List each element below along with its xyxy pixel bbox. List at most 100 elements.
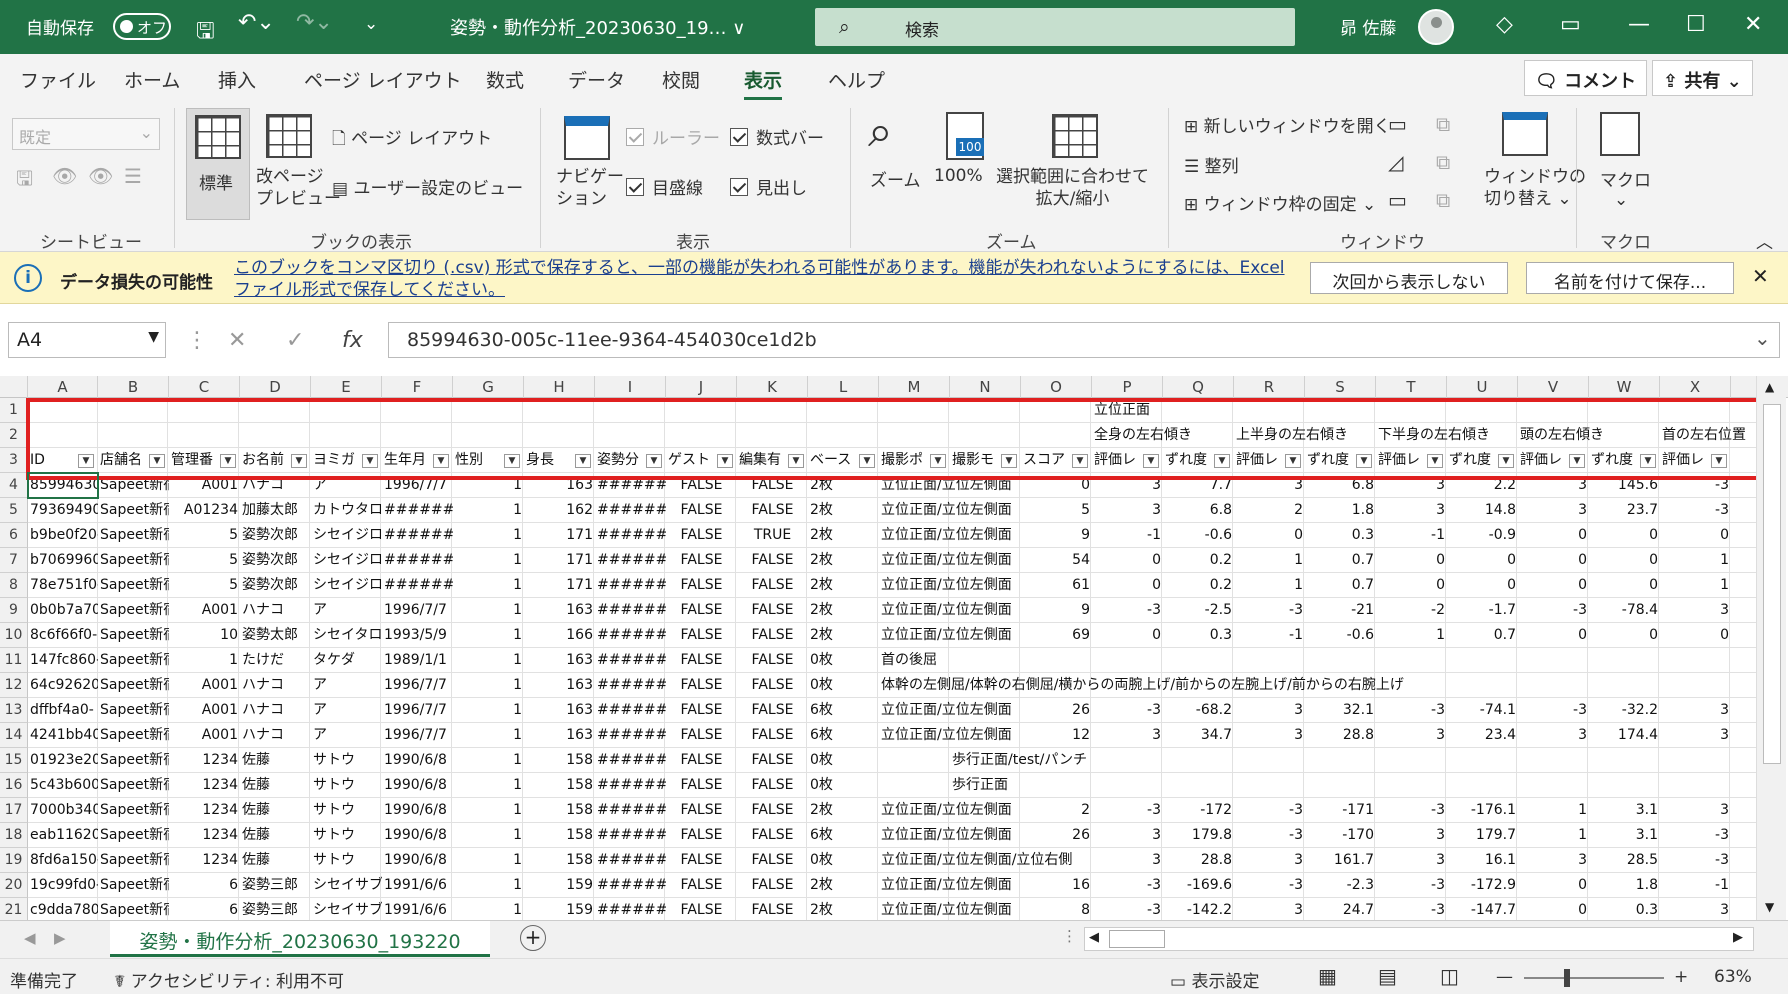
cell-p[interactable]: 3	[1092, 848, 1163, 873]
cell-d[interactable]: 佐藤	[240, 798, 311, 823]
cell-w[interactable]: 0	[1589, 523, 1660, 548]
cell-b[interactable]: Sapeet新宿	[98, 673, 169, 698]
filter-dropdown-icon[interactable]: ▼	[504, 454, 520, 468]
cell-m[interactable]: 立位正面/立位左側面	[879, 498, 1012, 523]
cell-h[interactable]: 171	[524, 548, 595, 573]
cell-w[interactable]: -32.2	[1589, 698, 1660, 723]
cell-d[interactable]: 佐藤	[240, 823, 311, 848]
cell-j[interactable]: FALSE	[666, 873, 737, 898]
message-text[interactable]: このブックをコンマ区切り (.csv) 形式で保存すると、一部の機能が失われる可…	[234, 257, 1294, 301]
cell-o[interactable]: 2	[1021, 798, 1092, 823]
cell-r[interactable]: 3	[1234, 473, 1305, 498]
column-header-v[interactable]: V	[1518, 376, 1589, 398]
cell-a[interactable]: 19c99fd0-	[28, 873, 98, 898]
cell-r[interactable]: 3	[1234, 723, 1305, 748]
cell-m[interactable]: 立位正面/立位左側面	[879, 573, 1012, 598]
cell-n[interactable]: 歩行正面/test/パンチ	[950, 748, 1087, 773]
cell-e[interactable]: シセイジロ	[311, 573, 382, 598]
row-header[interactable]: 10	[0, 623, 28, 648]
page-layout-view-icon[interactable]: ▤	[1378, 964, 1397, 988]
cell-f[interactable]: 1989/1/1	[382, 648, 453, 673]
cell-a[interactable]: 5c43b600	[28, 773, 98, 798]
cell-e[interactable]: シセイジロ	[311, 523, 382, 548]
cell-r[interactable]: 1	[1234, 548, 1305, 573]
cell-h[interactable]: 171	[524, 573, 595, 598]
cell-w[interactable]: 0	[1589, 548, 1660, 573]
cell-l[interactable]: 0枚	[808, 648, 879, 673]
h-scrollbar-thumb[interactable]	[1109, 930, 1165, 948]
cell-g[interactable]: 1	[453, 548, 524, 573]
cell-m[interactable]: 立位正面/立位左側面	[879, 598, 1012, 623]
zoom-100-icon[interactable]: 100	[946, 112, 984, 160]
navigation-label[interactable]: ナビゲー ション	[556, 166, 624, 210]
cell-u[interactable]: -74.1	[1447, 698, 1518, 723]
row-header[interactable]: 2	[0, 423, 28, 448]
cell-t[interactable]: -3	[1376, 898, 1447, 920]
filter-dropdown-icon[interactable]: ▼	[1214, 454, 1230, 468]
cell-b[interactable]: Sapeet新宿	[98, 823, 169, 848]
cell-i[interactable]: #######	[595, 473, 666, 498]
cell-s[interactable]: 32.1	[1305, 698, 1376, 723]
tab-review[interactable]: 校閲	[662, 66, 700, 93]
cell-j[interactable]: FALSE	[666, 848, 737, 873]
cell-e[interactable]: シセイジロ	[311, 548, 382, 573]
cell-s[interactable]: -171	[1305, 798, 1376, 823]
cell-e[interactable]: サトウ	[311, 848, 382, 873]
cell-p[interactable]: 3	[1092, 823, 1163, 848]
cell-o[interactable]: 26	[1021, 823, 1092, 848]
filter-dropdown-icon[interactable]: ▼	[575, 454, 591, 468]
cell-i[interactable]: #######	[595, 773, 666, 798]
select-all-corner[interactable]	[0, 376, 28, 398]
cell-a[interactable]: 7000b340	[28, 798, 98, 823]
cell-q[interactable]: 7.7	[1163, 473, 1234, 498]
cell-e[interactable]: シセイサブ	[311, 873, 382, 898]
cell-b[interactable]: Sapeet新宿	[98, 548, 169, 573]
cell-v[interactable]: 3	[1518, 848, 1589, 873]
cell-a[interactable]: 78e751f0-	[28, 573, 98, 598]
cell-m[interactable]: 立位正面/立位左側面	[879, 698, 1012, 723]
cell-j[interactable]: FALSE	[666, 573, 737, 598]
cell-c[interactable]: 5	[169, 548, 240, 573]
cell-f[interactable]: #######	[382, 548, 453, 573]
column-header-t[interactable]: T	[1376, 376, 1447, 398]
cell-s[interactable]: 1.8	[1305, 498, 1376, 523]
cell-b[interactable]: Sapeet新宿	[98, 648, 169, 673]
cell-v[interactable]: -3	[1518, 598, 1589, 623]
cell-l[interactable]: 2枚	[808, 873, 879, 898]
cell-j[interactable]: FALSE	[666, 898, 737, 920]
formula-input[interactable]: 85994630-005c-11ee-9364-454030ce1d2b	[388, 322, 1780, 358]
cell-c[interactable]: 5	[169, 523, 240, 548]
cell-i[interactable]: #######	[595, 698, 666, 723]
cell-m[interactable]: 立位正面/立位左側面	[879, 548, 1012, 573]
column-header-i[interactable]: I	[595, 376, 666, 398]
cell-c[interactable]: A001	[169, 598, 240, 623]
cell-x[interactable]: 3	[1660, 898, 1731, 920]
cell-t[interactable]: -3	[1376, 798, 1447, 823]
filter-dropdown-icon[interactable]: ▼	[1711, 454, 1727, 468]
minimize-icon[interactable]: —	[1628, 12, 1650, 37]
filter-dropdown-icon[interactable]: ▼	[1001, 454, 1017, 468]
tab-file[interactable]: ファイル	[20, 66, 96, 93]
column-header-j[interactable]: J	[666, 376, 737, 398]
cell-s[interactable]: 24.7	[1305, 898, 1376, 920]
cell-o[interactable]: 16	[1021, 873, 1092, 898]
cell-f[interactable]: 1990/6/8	[382, 848, 453, 873]
cell-r[interactable]: -1	[1234, 623, 1305, 648]
cell-i[interactable]: #######	[595, 873, 666, 898]
cell-c[interactable]: A001	[169, 723, 240, 748]
cell-v[interactable]: 0	[1518, 548, 1589, 573]
scroll-down-icon[interactable]: ▼	[1765, 900, 1774, 914]
sheet-tab[interactable]: 姿勢・動作分析_20230630_193220	[110, 921, 490, 957]
cell-k[interactable]: FALSE	[737, 648, 808, 673]
cell-q[interactable]: 0.2	[1163, 573, 1234, 598]
cell-b[interactable]: Sapeet新宿	[98, 798, 169, 823]
cell-m[interactable]: 立位正面/立位左側面	[879, 898, 1012, 920]
cell-a[interactable]: b9be0f20-	[28, 523, 98, 548]
dont-show-again-button[interactable]: 次回から表示しない	[1310, 262, 1508, 294]
cell-v[interactable]: 1	[1518, 823, 1589, 848]
cell-v[interactable]: 0	[1518, 623, 1589, 648]
column-header-c[interactable]: C	[169, 376, 240, 398]
cell-h[interactable]: 158	[524, 773, 595, 798]
cell-q[interactable]: 0.2	[1163, 548, 1234, 573]
cell-j[interactable]: FALSE	[666, 798, 737, 823]
